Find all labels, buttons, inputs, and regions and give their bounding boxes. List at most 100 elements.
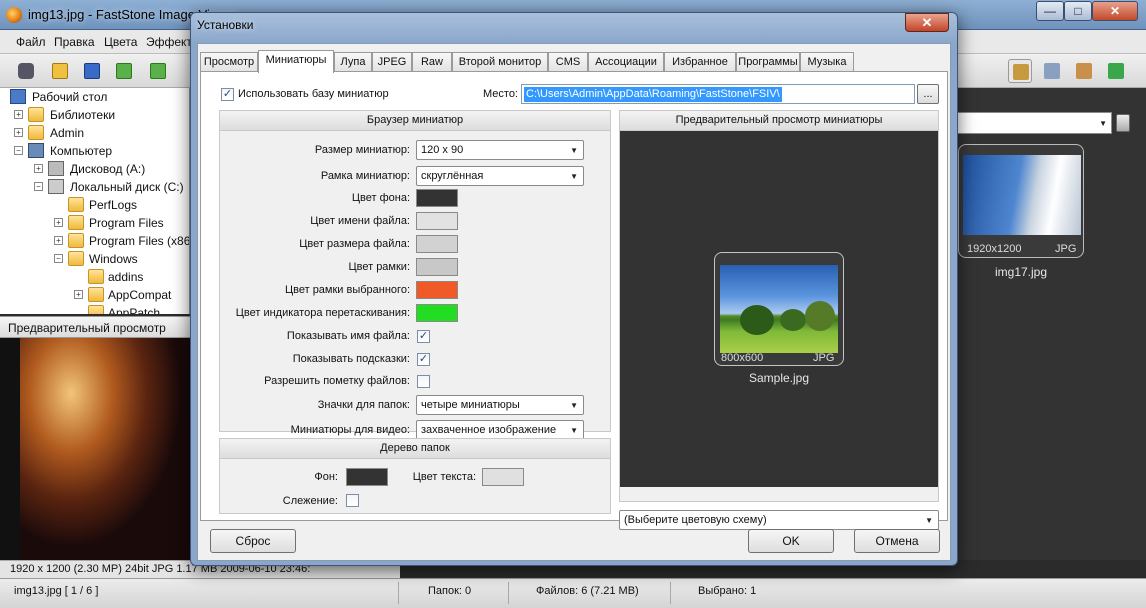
chevron-down-icon: ▼ xyxy=(570,401,578,410)
tree-bg-color-swatch[interactable] xyxy=(346,468,388,486)
thumbnail-type: JPG xyxy=(1055,243,1077,255)
reset-button[interactable]: Сброс xyxy=(210,529,296,553)
trash-icon[interactable] xyxy=(1116,114,1130,132)
cancel-button[interactable]: Отмена xyxy=(854,529,940,553)
allow-tagging-checkbox[interactable] xyxy=(417,375,430,388)
color-scheme-placeholder: (Выберите цветовую схему) xyxy=(624,514,767,526)
folder-icons-label: Значки для папок: xyxy=(317,399,410,411)
tab-associations[interactable]: Ассоциации xyxy=(588,52,664,72)
tree-item-label: Дисковод (A:) xyxy=(70,162,146,176)
open-folder-icon[interactable] xyxy=(48,59,72,83)
tab-thumbnails[interactable]: Миниатюры xyxy=(258,50,334,73)
selected-frame-color-swatch[interactable] xyxy=(416,281,458,299)
show-tooltips-checkbox[interactable]: ✓ xyxy=(417,353,430,366)
expand-icon[interactable]: + xyxy=(14,110,23,119)
expand-icon[interactable]: + xyxy=(54,218,63,227)
folder-icons-select[interactable]: четыре миниатюры ▼ xyxy=(416,395,584,415)
location-input-value: C:\Users\Admin\AppData\Roaming\FastStone… xyxy=(524,87,782,102)
tab-programs[interactable]: Программы xyxy=(736,52,800,72)
thumb-size-select[interactable]: 120 x 90 ▼ xyxy=(416,140,584,160)
expand-icon[interactable]: + xyxy=(34,164,43,173)
status-divider xyxy=(398,582,399,604)
settings-dialog: Установки ✕ Просмотр Миниатюры Лупа JPEG… xyxy=(190,12,958,566)
group-title: Дерево папок xyxy=(220,439,610,459)
use-database-checkbox[interactable]: ✓ xyxy=(221,88,234,101)
folder-icon xyxy=(88,287,104,302)
filesize-color-label: Цвет размера файла: xyxy=(299,238,410,250)
browse-button[interactable]: ... xyxy=(917,84,939,104)
tab-raw[interactable]: Raw xyxy=(412,52,452,72)
tab-music[interactable]: Музыка xyxy=(800,52,854,72)
menu-edit[interactable]: Правка xyxy=(54,35,95,49)
fullscreen-icon[interactable] xyxy=(1104,59,1128,83)
tree-text-color-swatch[interactable] xyxy=(482,468,524,486)
frame-color-label: Цвет рамки: xyxy=(348,261,410,273)
menu-file[interactable]: Файл xyxy=(16,35,46,49)
tree-item-label: AppPatch xyxy=(108,306,161,314)
status-bar: img13.jpg [ 1 / 6 ] Папок: 0 Файлов: 6 (… xyxy=(0,578,1146,608)
thumb-frame-value: скруглённая xyxy=(421,170,484,182)
forward-arrow-icon[interactable] xyxy=(146,59,170,83)
user-folder-icon xyxy=(28,125,44,140)
expand-icon[interactable]: + xyxy=(74,290,83,299)
folder-tree-group: Дерево папок Фон: Цвет текста: Слежение: xyxy=(219,438,611,514)
tab-magnifier[interactable]: Лупа xyxy=(334,52,372,72)
view-details-icon[interactable] xyxy=(1008,59,1032,83)
filename-color-swatch[interactable] xyxy=(416,212,458,230)
collapse-icon[interactable]: − xyxy=(14,146,23,155)
allow-tagging-label: Разрешить пометку файлов: xyxy=(264,375,410,387)
expand-icon[interactable]: + xyxy=(54,236,63,245)
preview-panel-header: Предварительный просмотр xyxy=(0,316,190,338)
view-thumbnails-icon[interactable] xyxy=(1040,59,1064,83)
thumbnail-filename: img17.jpg xyxy=(994,265,1048,279)
ok-button[interactable]: OK xyxy=(748,529,834,553)
folder-icon xyxy=(68,233,84,248)
tab-cms[interactable]: CMS xyxy=(548,52,588,72)
bg-color-label: Цвет фона: xyxy=(351,192,410,204)
video-thumbs-select[interactable]: захваченное изображение ▼ xyxy=(416,420,584,440)
show-filename-checkbox[interactable]: ✓ xyxy=(417,330,430,343)
save-icon[interactable] xyxy=(80,59,104,83)
expand-icon[interactable]: + xyxy=(14,128,23,137)
thumbnail-preview-group: Предварительный просмотр миниатюры 800x6… xyxy=(619,110,939,502)
folder-icon xyxy=(68,197,84,212)
tree-item-label: Компьютер xyxy=(50,144,113,158)
drag-indicator-color-swatch[interactable] xyxy=(416,304,458,322)
collapse-icon[interactable]: − xyxy=(54,254,63,263)
collapse-icon[interactable]: − xyxy=(34,182,43,191)
folder-path-combo[interactable]: ▼ xyxy=(956,112,1112,134)
location-label: Место: xyxy=(483,88,518,100)
chevron-down-icon: ▼ xyxy=(570,146,578,155)
tree-item-label: Рабочий стол xyxy=(32,90,108,104)
drag-indicator-color-label: Цвет индикатора перетаскивания: xyxy=(235,307,410,319)
thumbnail-card[interactable]: 1920x1200 JPG xyxy=(958,144,1084,258)
view-portrait-icon[interactable] xyxy=(1072,59,1096,83)
camera-icon[interactable] xyxy=(14,59,38,83)
bg-color-swatch[interactable] xyxy=(416,189,458,207)
tab-jpeg[interactable]: JPEG xyxy=(372,52,412,72)
desktop-icon xyxy=(10,89,26,104)
tab-favorites[interactable]: Избранное xyxy=(664,52,736,72)
group-title: Браузер миниатюр xyxy=(220,111,610,131)
maximize-button[interactable]: □ xyxy=(1064,1,1092,21)
menu-colors[interactable]: Цвета xyxy=(104,35,137,49)
sample-thumbnail-image xyxy=(720,265,838,353)
hard-drive-icon xyxy=(48,179,64,194)
back-arrow-icon[interactable] xyxy=(112,59,136,83)
filesize-color-swatch[interactable] xyxy=(416,235,458,253)
sample-thumbnail-card: 800x600 JPG xyxy=(714,252,844,366)
frame-color-swatch[interactable] xyxy=(416,258,458,276)
tree-item-label: Program Files xyxy=(89,216,164,230)
thumb-frame-select[interactable]: скруглённая ▼ xyxy=(416,166,584,186)
tracking-checkbox[interactable] xyxy=(346,494,359,507)
chevron-down-icon: ▼ xyxy=(570,426,578,435)
group-title: Предварительный просмотр миниатюры xyxy=(620,111,938,131)
minimize-button[interactable]: — xyxy=(1036,1,1064,21)
dialog-close-button[interactable]: ✕ xyxy=(905,13,949,32)
color-scheme-select[interactable]: (Выберите цветовую схему) ▼ xyxy=(619,510,939,530)
tab-second-monitor[interactable]: Второй монитор xyxy=(452,52,548,72)
close-window-button[interactable]: ✕ xyxy=(1092,1,1138,21)
location-input[interactable]: C:\Users\Admin\AppData\Roaming\FastStone… xyxy=(521,84,915,104)
tab-view[interactable]: Просмотр xyxy=(200,52,258,72)
faststone-app-icon[interactable] xyxy=(6,7,22,23)
